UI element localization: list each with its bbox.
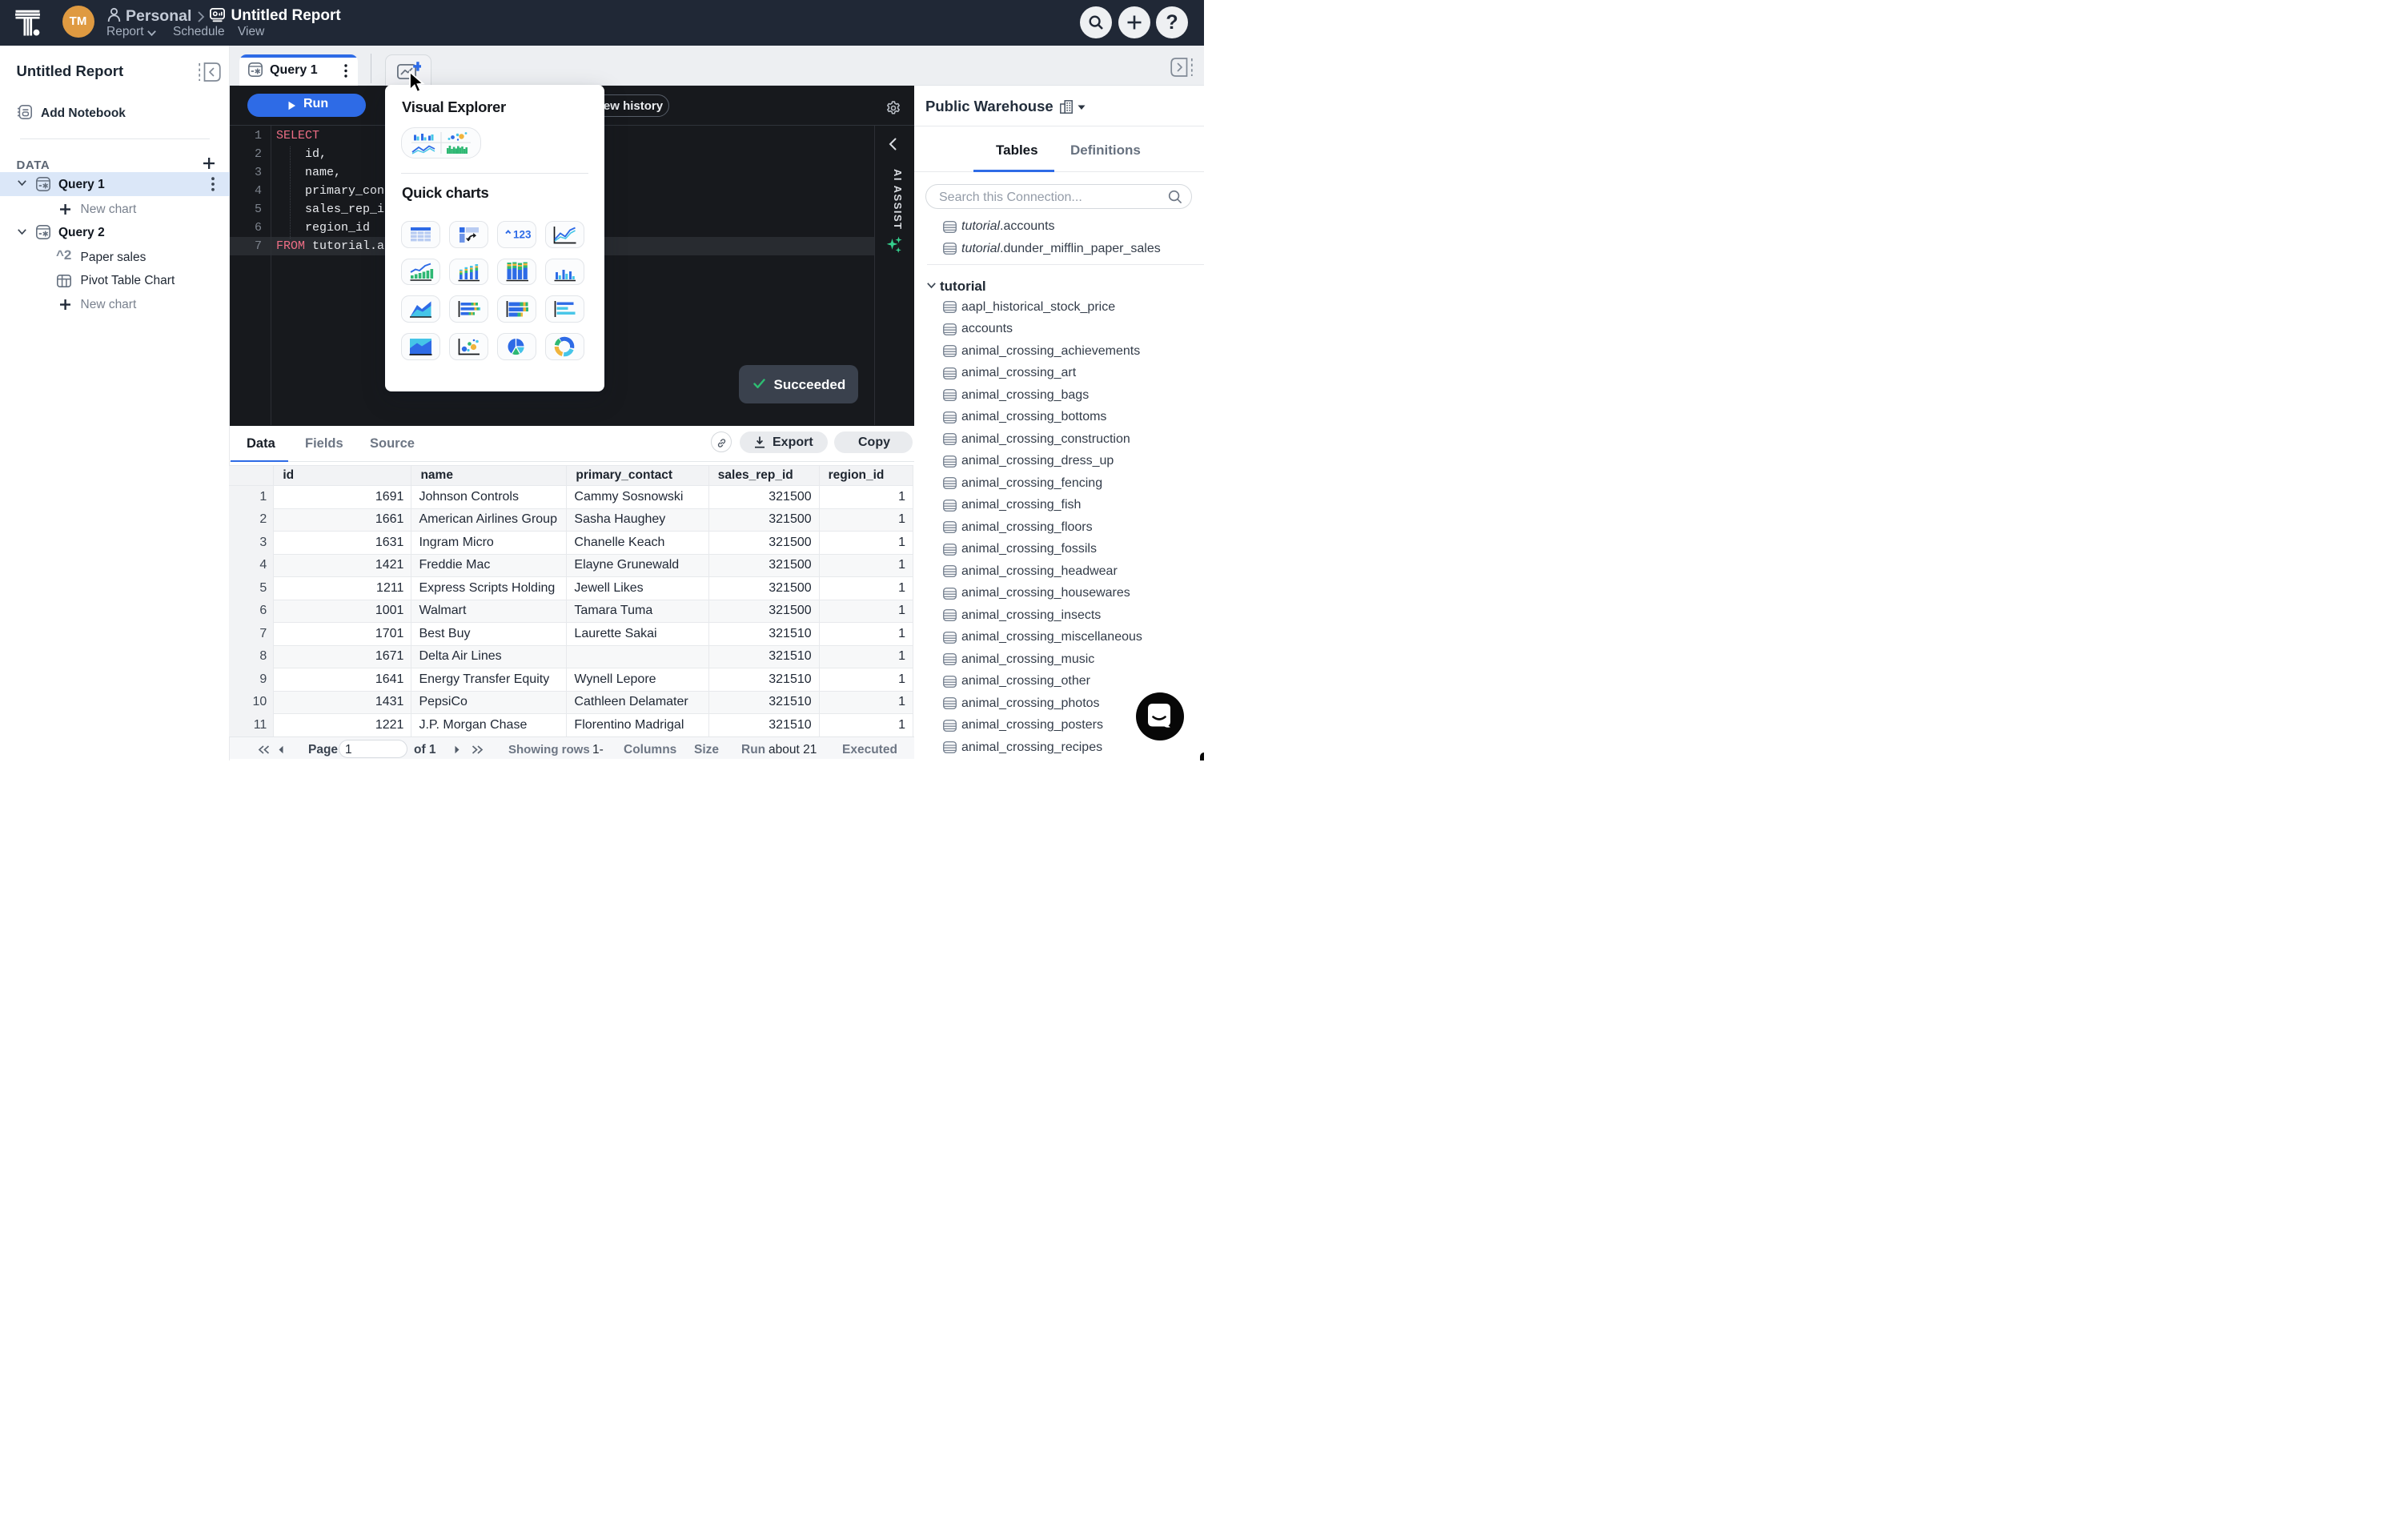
- svg-text:123: 123: [513, 229, 532, 241]
